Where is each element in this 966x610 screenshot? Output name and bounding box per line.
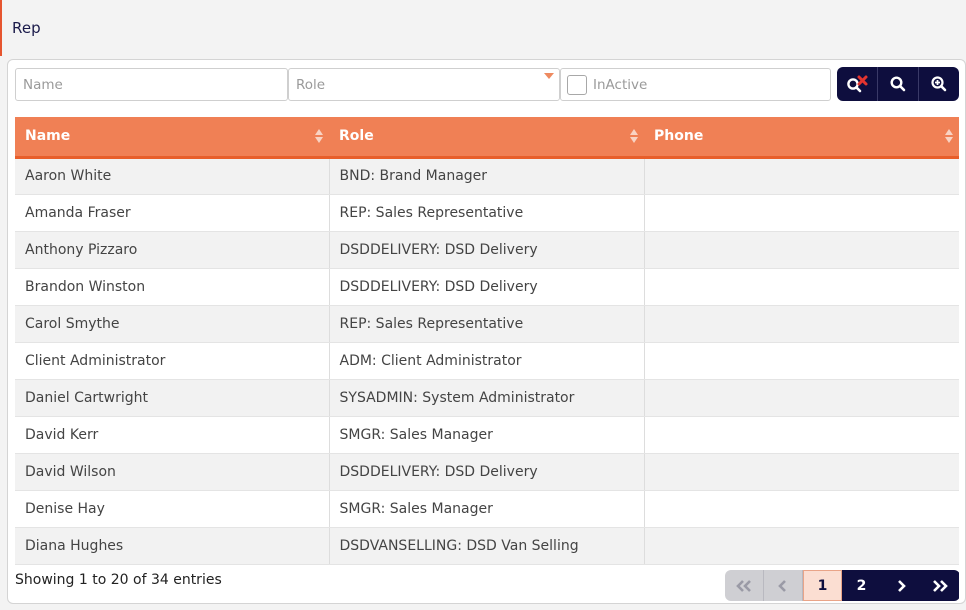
next-page-button[interactable] (881, 570, 920, 601)
sort-icon[interactable] (945, 129, 954, 143)
search-button-group (837, 67, 959, 101)
cell-phone (644, 231, 959, 269)
first-page-button[interactable] (725, 570, 764, 601)
table-row[interactable]: Carol Smythe REP: Sales Representative (15, 305, 959, 343)
double-chevron-right-icon (932, 579, 948, 592)
cell-phone (644, 342, 959, 380)
cell-phone (644, 379, 959, 417)
table-row[interactable]: Diana Hughes DSDVANSELLING: DSD Van Sell… (15, 527, 959, 565)
dropdown-caret-icon[interactable] (544, 73, 554, 79)
cell-phone (644, 416, 959, 454)
inactive-label: InActive (593, 76, 648, 93)
table-header-row: Name Role Phone (15, 117, 959, 159)
chevron-left-icon (778, 579, 786, 592)
cell-role: DSDDELIVERY: DSD Delivery (329, 231, 645, 269)
role-filter-input[interactable] (289, 69, 559, 100)
left-edge-accent (0, 0, 2, 56)
page-2-button[interactable]: 2 (842, 570, 881, 601)
cell-name: Diana Hughes (15, 527, 330, 565)
table-row[interactable]: Denise Hay SMGR: Sales Manager (15, 490, 959, 528)
column-header-label: Name (25, 128, 71, 145)
cell-name: Daniel Cartwright (15, 379, 330, 417)
column-header-role[interactable]: Role (329, 117, 644, 159)
sort-icon[interactable] (630, 129, 639, 143)
page-1-button[interactable]: 1 (803, 570, 842, 601)
table-info-text: Showing 1 to 20 of 34 entries (15, 572, 222, 588)
cell-name: Anthony Pizzaro (15, 231, 330, 269)
zoom-in-icon (931, 76, 947, 92)
table-row[interactable]: Aaron White BND: Brand Manager (15, 157, 959, 195)
cell-name: Amanda Fraser (15, 194, 330, 232)
cell-name: Brandon Winston (15, 268, 330, 306)
cell-phone (644, 453, 959, 491)
cell-role: DSDDELIVERY: DSD Delivery (329, 268, 645, 306)
cell-name: Client Administrator (15, 342, 330, 380)
cell-role: ADM: Client Administrator (329, 342, 645, 380)
cell-phone (644, 305, 959, 343)
table-row[interactable]: David Kerr SMGR: Sales Manager (15, 416, 959, 454)
column-header-phone[interactable]: Phone (644, 117, 959, 159)
cell-phone (644, 194, 959, 232)
cell-role: DSDDELIVERY: DSD Delivery (329, 453, 645, 491)
clear-search-button[interactable] (837, 67, 878, 101)
name-filter-input[interactable] (16, 69, 287, 100)
column-header-name[interactable]: Name (15, 117, 329, 159)
column-header-label: Role (339, 128, 374, 145)
last-page-button[interactable] (920, 570, 959, 601)
previous-page-button[interactable] (764, 570, 803, 601)
sort-icon[interactable] (315, 129, 324, 143)
chevron-right-icon (897, 579, 906, 592)
name-filter-field[interactable] (15, 68, 288, 101)
cell-role: SMGR: Sales Manager (329, 490, 645, 528)
inactive-filter[interactable]: InActive (560, 68, 831, 101)
cell-name: David Kerr (15, 416, 330, 454)
cell-name: Denise Hay (15, 490, 330, 528)
rep-table: Name Role Phone Aaron White BND: Brand M… (15, 117, 959, 565)
table-row[interactable]: Brandon Winston DSDDELIVERY: DSD Deliver… (15, 268, 959, 306)
table-row[interactable]: Daniel Cartwright SYSADMIN: System Admin… (15, 379, 959, 417)
cell-name: Aaron White (15, 157, 330, 195)
table-row[interactable]: Client Administrator ADM: Client Adminis… (15, 342, 959, 380)
cell-name: Carol Smythe (15, 305, 330, 343)
page-title: Rep (12, 19, 41, 37)
table-row[interactable]: Anthony Pizzaro DSDDELIVERY: DSD Deliver… (15, 231, 959, 269)
cell-role: DSDVANSELLING: DSD Van Selling (329, 527, 645, 565)
cell-role: SMGR: Sales Manager (329, 416, 645, 454)
cell-phone (644, 157, 959, 195)
cell-phone (644, 268, 959, 306)
cell-name: David Wilson (15, 453, 330, 491)
pagination: 1 2 (725, 570, 960, 601)
cell-role: BND: Brand Manager (329, 157, 645, 195)
column-header-label: Phone (654, 128, 704, 145)
cell-phone (644, 490, 959, 528)
advanced-search-button[interactable] (919, 67, 959, 101)
role-filter-select[interactable] (288, 68, 560, 101)
rep-panel: InActive (7, 59, 966, 604)
cell-phone (644, 527, 959, 565)
double-chevron-left-icon (736, 579, 751, 592)
inactive-checkbox[interactable] (567, 74, 587, 95)
table-row[interactable]: David Wilson DSDDELIVERY: DSD Delivery (15, 453, 959, 491)
search-icon (890, 76, 906, 92)
table-row[interactable]: Amanda Fraser REP: Sales Representative (15, 194, 959, 232)
cell-role: SYSADMIN: System Administrator (329, 379, 645, 417)
cell-role: REP: Sales Representative (329, 194, 645, 232)
clear-search-icon (847, 75, 868, 93)
search-button[interactable] (878, 67, 919, 101)
cell-role: REP: Sales Representative (329, 305, 645, 343)
